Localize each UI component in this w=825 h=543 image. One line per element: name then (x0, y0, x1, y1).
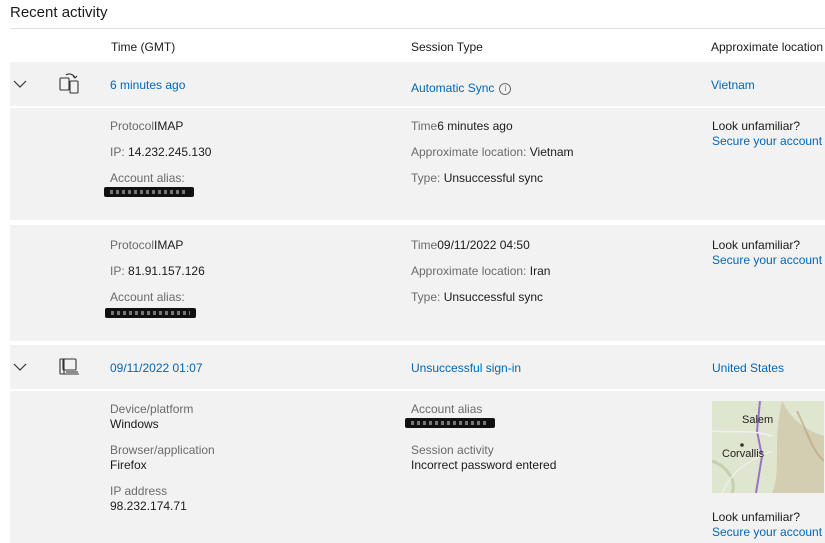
activity-time-link[interactable]: 6 minutes ago (110, 78, 185, 92)
secure-account-link[interactable]: Secure your account (712, 253, 822, 267)
redacted-account-alias (405, 418, 495, 428)
look-unfamiliar-text: Look unfamiliar? (712, 119, 801, 133)
location-field: Approximate location: Iran (411, 264, 551, 278)
location-field: Approximate location: Vietnam (411, 145, 574, 159)
info-icon[interactable]: i (499, 83, 512, 95)
activity-detail-panel: Device/platform Windows Browser/applicat… (10, 391, 825, 543)
sync-devices-icon (59, 73, 79, 94)
session-activity-label: Session activity (411, 443, 494, 457)
column-header-session-type: Session Type (411, 40, 483, 54)
time-field: Time6 minutes ago (411, 119, 513, 133)
activity-row-summary[interactable]: 6 minutes ago Automatic Sync i Vietnam (10, 62, 825, 106)
redacted-account-alias (105, 308, 196, 318)
protocol-field: ProtocolIMAP (110, 119, 184, 133)
browser-application-value: Firefox (110, 458, 147, 472)
device-platform-value: Windows (110, 417, 159, 431)
page-title: Recent activity (10, 4, 108, 21)
look-unfamiliar-text: Look unfamiliar? (712, 238, 801, 252)
column-header-row: Time (GMT) Session Type Approximate loca… (10, 28, 825, 61)
location-link[interactable]: United States (712, 361, 784, 375)
account-alias-label: Account alias: (110, 171, 185, 185)
chevron-down-icon[interactable] (13, 77, 27, 91)
protocol-field: ProtocolIMAP (110, 238, 184, 252)
column-header-location: Approximate location (711, 40, 824, 54)
secure-account-link[interactable]: Secure your account (712, 525, 822, 539)
chevron-down-icon[interactable] (13, 360, 27, 374)
recent-activity-page: Recent activity Time (GMT) Session Type … (0, 0, 825, 543)
column-header-time: Time (GMT) (111, 40, 176, 54)
account-alias-label: Account alias (411, 402, 483, 416)
secure-account-link[interactable]: Secure your account (712, 134, 822, 148)
session-type-link[interactable]: Unsuccessful sign-in (411, 361, 521, 375)
location-map[interactable]: Salem Corvallis (712, 401, 824, 493)
type-field: Type: Unsuccessful sync (411, 290, 544, 304)
type-field: Type: Unsuccessful sync (411, 171, 544, 185)
map-label-city: Salem (742, 414, 774, 426)
time-field: Time09/11/2022 04:50 (411, 238, 530, 252)
ip-field: IP: 14.232.245.130 (110, 145, 212, 159)
session-activity-value: Incorrect password entered (411, 458, 557, 472)
location-link[interactable]: Vietnam (711, 78, 755, 92)
laptop-icon (59, 358, 79, 375)
ip-address-value: 98.232.174.71 (110, 499, 187, 513)
device-platform-label: Device/platform (110, 402, 194, 416)
redacted-account-alias (104, 187, 194, 197)
ip-address-label: IP address (110, 484, 168, 498)
activity-row-summary[interactable]: 09/11/2022 01:07 Unsuccessful sign-in Un… (10, 345, 825, 389)
account-alias-label: Account alias: (110, 290, 185, 304)
activity-detail-panel: ProtocolIMAP IP: 14.232.245.130 Account … (10, 108, 825, 220)
map-label-city: Corvallis (722, 448, 765, 460)
activity-detail-panel: ProtocolIMAP IP: 81.91.157.126 Account a… (10, 225, 825, 341)
look-unfamiliar-text: Look unfamiliar? (712, 510, 801, 524)
session-type-label: Automatic Sync (411, 81, 495, 95)
session-type-link[interactable]: Automatic Sync i (411, 81, 512, 95)
browser-application-label: Browser/application (110, 443, 215, 457)
ip-field: IP: 81.91.157.126 (110, 264, 205, 278)
activity-time-link[interactable]: 09/11/2022 01:07 (110, 361, 203, 375)
